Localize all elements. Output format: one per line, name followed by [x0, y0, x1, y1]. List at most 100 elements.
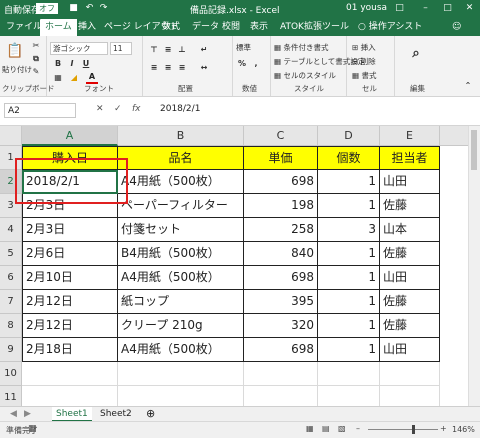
- empty-cell[interactable]: [380, 362, 440, 386]
- collapse-ribbon-icon[interactable]: ⌃: [462, 80, 474, 92]
- table-cell-owner[interactable]: 山田: [380, 266, 440, 290]
- align-center-icon[interactable]: ≡: [162, 62, 174, 74]
- comma-icon[interactable]: ,: [250, 58, 262, 70]
- scrollbar-thumb[interactable]: [471, 130, 477, 170]
- table-cell-date[interactable]: 2月6日: [22, 242, 118, 266]
- empty-cell[interactable]: [118, 362, 244, 386]
- table-cell-item[interactable]: ペーパーフィルター: [118, 194, 244, 218]
- table-cell-date[interactable]: 2月18日: [22, 338, 118, 362]
- italic-icon[interactable]: I: [66, 58, 78, 70]
- name-box[interactable]: A2: [4, 103, 76, 118]
- cancel-icon[interactable]: ✕: [96, 104, 104, 114]
- table-cell-item[interactable]: A4用紙（500枚）: [118, 266, 244, 290]
- table-cell-price[interactable]: 840: [244, 242, 318, 266]
- table-cell-date[interactable]: 2月12日: [22, 314, 118, 338]
- column-header-d[interactable]: D: [318, 126, 380, 146]
- ribbon-options-icon[interactable]: □: [394, 3, 405, 14]
- align-right-icon[interactable]: ≡: [176, 62, 188, 74]
- sheet-tab-sheet2[interactable]: Sheet2: [96, 407, 136, 422]
- row-header-11[interactable]: 11: [0, 386, 22, 406]
- cond-format-button[interactable]: ▦ 条件付き書式: [274, 42, 328, 53]
- column-header-a[interactable]: A: [22, 126, 118, 146]
- save-icon[interactable]: ■: [68, 3, 79, 14]
- tab-review[interactable]: 校閲: [222, 19, 240, 36]
- table-cell-item[interactable]: クリープ 210g: [118, 314, 244, 338]
- tab-tell-me[interactable]: ○ 操作アシスト: [358, 19, 422, 36]
- insert-cells-button[interactable]: ⊞ 挿入: [352, 42, 376, 53]
- page-layout-view-icon[interactable]: ▤: [322, 424, 330, 433]
- table-cell-qty[interactable]: 1: [318, 170, 380, 194]
- format-painter-icon[interactable]: ✎: [30, 66, 42, 78]
- border-icon[interactable]: ▦: [52, 72, 64, 84]
- table-cell-item[interactable]: 紙コップ: [118, 290, 244, 314]
- editing-icon[interactable]: ⌕: [408, 46, 424, 62]
- table-cell-date[interactable]: 2月10日: [22, 266, 118, 290]
- tab-data[interactable]: データ: [192, 19, 219, 36]
- tab-atok[interactable]: ATOK拡張ツール: [280, 19, 349, 36]
- align-bottom-icon[interactable]: ⊥: [176, 44, 188, 56]
- maximize-icon[interactable]: □: [442, 3, 453, 14]
- column-header-c[interactable]: C: [244, 126, 318, 146]
- font-size-select[interactable]: 11: [110, 42, 132, 55]
- table-cell-qty[interactable]: 1: [318, 194, 380, 218]
- formula-input[interactable]: 2018/2/1: [160, 104, 200, 114]
- minimize-icon[interactable]: –: [420, 3, 431, 14]
- table-cell-qty[interactable]: 1: [318, 266, 380, 290]
- empty-cell[interactable]: [318, 362, 380, 386]
- tab-formulas[interactable]: 数式: [162, 19, 180, 36]
- font-name-select[interactable]: 游ゴシック: [50, 42, 108, 55]
- row-header-3[interactable]: 3: [0, 194, 22, 218]
- table-header-price[interactable]: 単価: [244, 146, 318, 170]
- table-cell-price[interactable]: 698: [244, 266, 318, 290]
- align-middle-icon[interactable]: ≡: [162, 44, 174, 56]
- autosave-toggle[interactable]: オフ: [36, 3, 58, 14]
- table-header-qty[interactable]: 個数: [318, 146, 380, 170]
- cell-style-button[interactable]: ▦ セルのスタイル: [274, 70, 336, 81]
- row-header-1[interactable]: 1: [0, 146, 22, 170]
- zoom-out-icon[interactable]: –: [356, 424, 360, 433]
- zoom-in-icon[interactable]: +: [440, 424, 447, 433]
- cut-icon[interactable]: ✂: [30, 40, 42, 52]
- table-cell-price[interactable]: 320: [244, 314, 318, 338]
- tab-file[interactable]: ファイル: [6, 19, 42, 36]
- table-cell-qty[interactable]: 1: [318, 338, 380, 362]
- bold-icon[interactable]: B: [52, 58, 64, 70]
- table-cell-item[interactable]: A4用紙（500枚）: [118, 170, 244, 194]
- number-format-select[interactable]: 標準: [236, 42, 251, 53]
- insert-function-icon[interactable]: fx: [132, 104, 141, 114]
- undo-icon[interactable]: ↶: [84, 3, 95, 14]
- record-macro-icon[interactable]: ▦: [28, 424, 37, 434]
- redo-icon[interactable]: ↷: [98, 3, 109, 14]
- table-cell-date[interactable]: 2月3日: [22, 194, 118, 218]
- row-header-5[interactable]: 5: [0, 242, 22, 266]
- table-cell-qty[interactable]: 1: [318, 242, 380, 266]
- table-header-owner[interactable]: 担当者: [380, 146, 440, 170]
- table-cell-date[interactable]: 2018/2/1: [22, 170, 118, 194]
- table-cell-owner[interactable]: 佐藤: [380, 194, 440, 218]
- percent-icon[interactable]: %: [236, 58, 248, 70]
- table-cell-qty[interactable]: 1: [318, 314, 380, 338]
- wrap-text-icon[interactable]: ↵: [198, 44, 210, 56]
- paste-icon[interactable]: 📋: [6, 42, 24, 60]
- page-break-view-icon[interactable]: ▧: [338, 424, 346, 433]
- confirm-icon[interactable]: ✓: [114, 104, 122, 114]
- row-header-10[interactable]: 10: [0, 362, 22, 386]
- table-cell-owner[interactable]: 山田: [380, 170, 440, 194]
- select-all-corner[interactable]: [0, 126, 22, 146]
- table-cell-item[interactable]: 付箋セット: [118, 218, 244, 242]
- table-cell-price[interactable]: 395: [244, 290, 318, 314]
- table-cell-owner[interactable]: 山田: [380, 338, 440, 362]
- table-cell-date[interactable]: 2月3日: [22, 218, 118, 242]
- table-header-date[interactable]: 購入日: [22, 146, 118, 170]
- table-cell-owner[interactable]: 山本: [380, 218, 440, 242]
- fill-color-icon[interactable]: ◢: [68, 72, 80, 84]
- share-icon[interactable]: ☺: [452, 19, 461, 36]
- table-cell-price[interactable]: 258: [244, 218, 318, 242]
- empty-cell[interactable]: [22, 386, 118, 406]
- empty-cell[interactable]: [22, 362, 118, 386]
- merge-icon[interactable]: ↔: [198, 62, 210, 74]
- row-header-7[interactable]: 7: [0, 290, 22, 314]
- empty-cell[interactable]: [244, 362, 318, 386]
- zoom-slider-thumb[interactable]: [412, 425, 415, 434]
- row-header-4[interactable]: 4: [0, 218, 22, 242]
